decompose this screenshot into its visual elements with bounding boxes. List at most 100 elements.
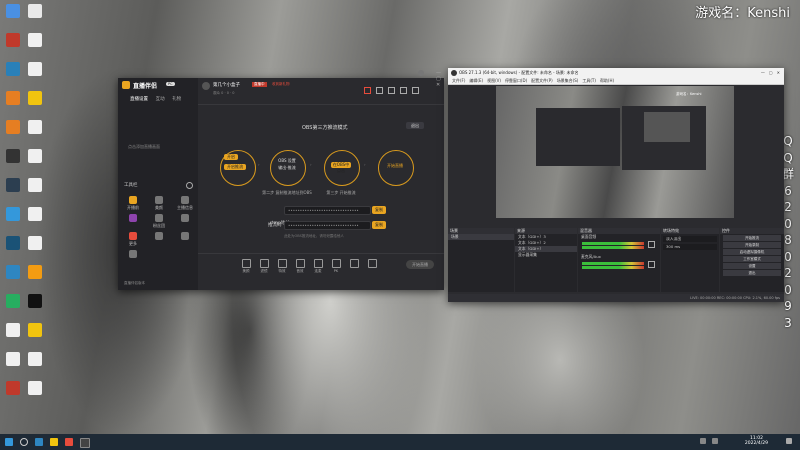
live-tool-item[interactable]: 主播信息 <box>176 196 194 211</box>
folder-icon[interactable] <box>50 438 58 446</box>
obs-menu-item[interactable]: 工具(T) <box>582 78 596 83</box>
live-tool-item[interactable]: 美颜 <box>150 196 168 211</box>
bottom-tool-item[interactable] <box>346 259 362 269</box>
obs-window-controls[interactable]: — ▢ ✕ <box>761 68 780 77</box>
step1-button-2[interactable]: 开启推流 <box>224 164 246 170</box>
desktop-icon[interactable] <box>24 33 46 59</box>
key-copy-button[interactable]: 复制 <box>372 221 386 229</box>
desktop-icon[interactable] <box>24 207 46 233</box>
bottom-tool-item[interactable] <box>364 259 380 269</box>
bottom-tool-item[interactable]: 音效 <box>292 259 308 274</box>
obs-menu-item[interactable]: 帮助(H) <box>600 78 614 83</box>
live-tool-item[interactable] <box>124 214 142 223</box>
desktop-icon[interactable] <box>24 381 46 407</box>
app-icon[interactable] <box>65 438 73 446</box>
obs-control-button[interactable]: 工作室模式 <box>723 256 781 262</box>
exit-mode-button[interactable]: 退出 <box>406 122 424 129</box>
network-icon[interactable] <box>712 438 718 444</box>
live-header: 第几个小盒子 直播中 收到新礼物 观众 0 · 0 · 0 — ▢ ✕ <box>198 70 444 105</box>
scene-item[interactable]: 场景 <box>448 234 514 240</box>
bell-icon[interactable] <box>400 87 407 94</box>
desktop-icon[interactable] <box>24 120 46 146</box>
start-live-button[interactable]: 开始直播 <box>406 260 434 269</box>
live-tool-item[interactable]: 粉丝团 <box>150 214 168 229</box>
desktop-icon[interactable] <box>2 149 24 175</box>
obs-control-button[interactable]: 开始推流 <box>723 235 781 241</box>
obs-menu-item[interactable]: 配置文件(P) <box>531 78 553 83</box>
bottom-tool-item[interactable]: PK <box>328 259 344 273</box>
settings-icon[interactable] <box>186 182 193 189</box>
obs-preview[interactable]: 游戏名：Kenshi <box>496 86 734 218</box>
obs-menu-item[interactable]: 文件(F) <box>452 78 465 83</box>
more-icon[interactable] <box>412 87 419 94</box>
obs-control-button[interactable]: 启动虚拟摄像机 <box>723 249 781 255</box>
rtmp-copy-button[interactable]: 复制 <box>372 206 386 214</box>
avatar[interactable] <box>202 82 210 90</box>
live-tool-item[interactable]: 更多 <box>124 232 142 247</box>
desktop-icon[interactable] <box>24 91 46 117</box>
desktop-icon[interactable] <box>2 236 24 262</box>
obs-menu-item[interactable]: 编辑(E) <box>469 78 483 83</box>
lock-icon[interactable] <box>376 87 383 94</box>
desktop-icon[interactable] <box>24 294 46 320</box>
clock[interactable]: 11:02 2022/4/29 <box>745 436 768 446</box>
desktop-icon[interactable] <box>24 4 46 30</box>
share-icon[interactable] <box>364 87 371 94</box>
desktop-icon[interactable] <box>24 236 46 262</box>
desktop-icon[interactable] <box>2 207 24 233</box>
live-tool-item[interactable] <box>176 214 194 223</box>
desktop-icon[interactable] <box>2 91 24 117</box>
desktop-icon[interactable] <box>24 62 46 88</box>
desktop-icon[interactable] <box>2 62 24 88</box>
desktop-icon[interactable] <box>2 4 24 30</box>
bottom-tool-item[interactable]: 滤镜 <box>256 259 272 274</box>
user-icon[interactable] <box>418 70 424 76</box>
desktop-icon[interactable] <box>2 120 24 146</box>
bottom-tool-item[interactable]: 特效 <box>274 259 290 274</box>
desktop-icon[interactable] <box>24 149 46 175</box>
bottom-tool-item[interactable]: 连麦 <box>310 259 326 274</box>
desktop-icon[interactable] <box>2 265 24 291</box>
obs-control-button[interactable]: 退出 <box>723 270 781 276</box>
live-tool-item[interactable] <box>150 232 168 241</box>
desktop-icon[interactable] <box>2 33 24 59</box>
notification-icon[interactable] <box>786 438 792 444</box>
mic-speaker-icon[interactable] <box>648 261 655 268</box>
rtmp-field[interactable]: •••••••••••••••••••••••••••••• <box>284 206 371 215</box>
stream-key-field[interactable]: •••••••••••••••••••••••••••••• <box>284 221 371 230</box>
tab-live-settings[interactable]: 直播设置 <box>130 96 148 102</box>
obs-menu-item[interactable]: 场景集合(S) <box>557 78 579 83</box>
start-icon[interactable] <box>5 438 13 446</box>
live-tool-item[interactable]: 开播前 <box>124 196 142 211</box>
tab-interaction[interactable]: 互动 <box>156 96 165 102</box>
desktop-icon[interactable] <box>2 294 24 320</box>
tab-gifts[interactable]: 礼物 <box>172 96 181 102</box>
live-tool-item[interactable] <box>176 232 194 241</box>
edge-icon[interactable] <box>35 438 43 446</box>
obs-menu-item[interactable]: 停靠窗口(D) <box>505 78 527 83</box>
source-item[interactable]: 显示器采集 <box>515 252 577 258</box>
desktop-icon[interactable] <box>24 178 46 204</box>
camera-icon[interactable] <box>388 87 395 94</box>
search-icon[interactable] <box>20 438 28 446</box>
transition-type-select[interactable]: 淡入淡出 <box>663 236 717 242</box>
desktop-icon[interactable] <box>24 352 46 378</box>
bottom-tool-item[interactable]: 美颜 <box>238 259 254 274</box>
obs-taskbar-icon[interactable] <box>80 438 90 448</box>
desktop-speaker-icon[interactable] <box>648 241 655 248</box>
desktop-icon[interactable] <box>2 178 24 204</box>
desktop-icon[interactable] <box>2 381 24 407</box>
desktop-icon[interactable] <box>2 352 24 378</box>
transition-duration-input[interactable]: 300 ms <box>663 244 717 250</box>
desktop-icon[interactable] <box>24 265 46 291</box>
desktop-icon[interactable] <box>24 323 46 349</box>
step3-button[interactable]: 在OBS中点击 <box>331 162 351 173</box>
window-controls[interactable]: — ▢ ✕ <box>436 70 444 88</box>
live-tool-item[interactable] <box>124 250 142 259</box>
obs-control-button[interactable]: 设置 <box>723 263 781 269</box>
desktop-icon[interactable] <box>2 323 24 349</box>
tray-icon[interactable] <box>700 438 706 444</box>
obs-menu-item[interactable]: 视图(V) <box>487 78 501 83</box>
step1-button[interactable]: 开启 <box>224 154 238 160</box>
obs-control-button[interactable]: 开始录制 <box>723 242 781 248</box>
